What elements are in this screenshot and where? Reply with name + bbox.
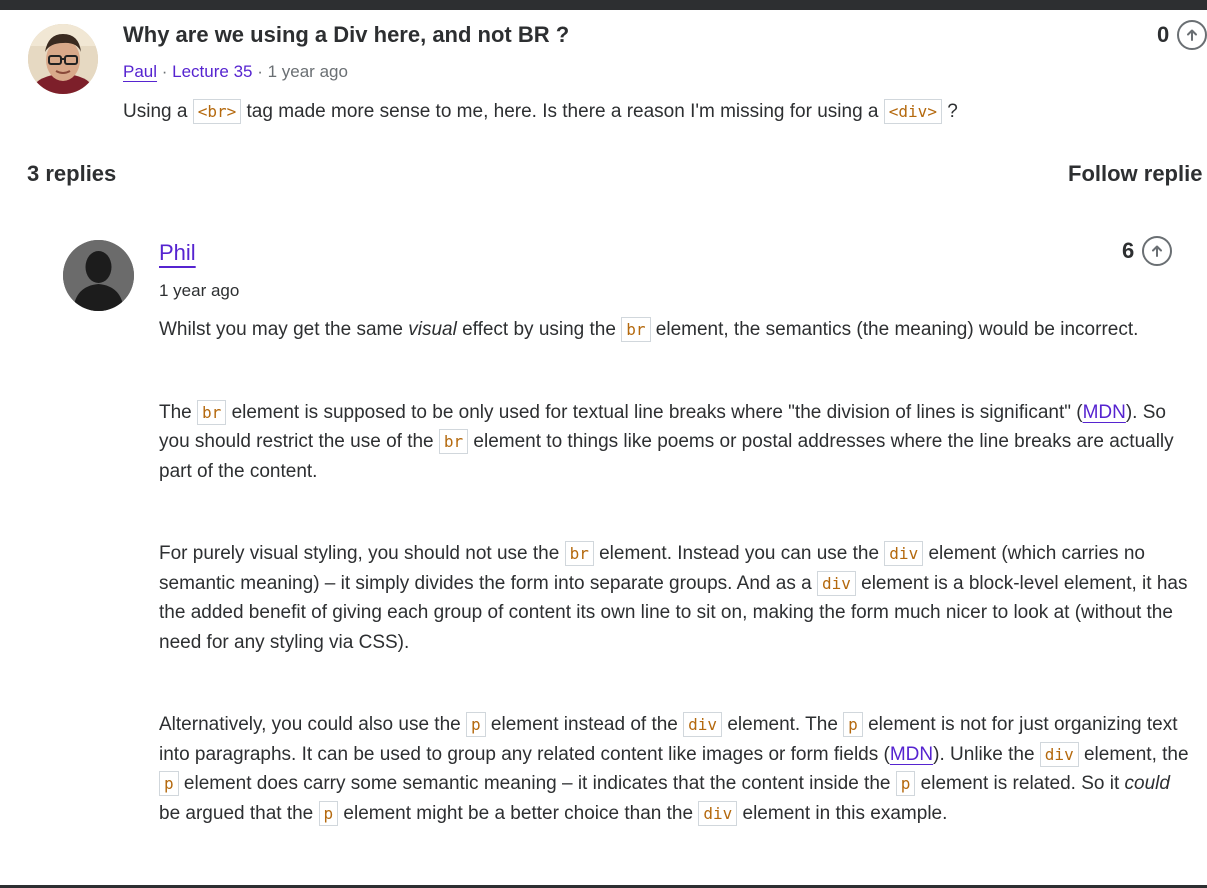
reply-text: effect by using the [456, 319, 622, 340]
inline-code: p [843, 712, 863, 737]
question-body: Using a <br> tag made more sense to me, … [123, 99, 958, 125]
reply-text: element might be a better choice than th… [338, 802, 699, 824]
reply-paragraph: Alternatively, you could also use the p … [159, 710, 1189, 828]
inline-code: p [318, 800, 339, 826]
reply-author-avatar[interactable] [63, 240, 134, 311]
reply-text: element. Instead you can use the [593, 543, 885, 564]
inline-code: br [197, 399, 227, 425]
question-author-link[interactable]: Paul [123, 62, 157, 81]
reply-author-link[interactable]: Phil [159, 240, 196, 266]
arrow-up-circle-icon[interactable] [1142, 236, 1173, 266]
reply-text: element is supposed to be only used for … [226, 401, 1083, 423]
follow-replies-button[interactable]: Follow replie [1068, 161, 1202, 187]
inline-code: div [816, 570, 856, 596]
replies-count: 3 replies [27, 161, 117, 186]
meta-separator: · [252, 62, 268, 81]
user-photo-avatar-icon [28, 24, 98, 94]
inline-code: br [621, 317, 651, 342]
reply-body: Whilst you may get the same visual effec… [159, 315, 1189, 881]
inline-code: br [438, 429, 469, 454]
top-bar [0, 0, 1207, 10]
inline-code: br [564, 541, 594, 566]
inline-code: div [884, 541, 924, 566]
question-title[interactable]: Why are we using a Div here, and not BR … [123, 22, 569, 48]
meta-separator: · [157, 62, 173, 81]
reply-text: ). Unlike the [933, 743, 1040, 765]
mdn-link[interactable]: MDN [890, 744, 933, 765]
question-author-avatar[interactable] [28, 24, 98, 94]
inline-code: p [466, 712, 486, 737]
inline-code: <div> [883, 99, 942, 124]
reply-text: Alternatively, you could also use the [159, 714, 466, 735]
lecture-link[interactable]: Lecture 35 [172, 62, 252, 81]
reply-text: element instead of the [485, 714, 684, 735]
reply-text: element does carry some semantic meaning… [178, 773, 896, 794]
question-vote-count: 0 [1157, 22, 1170, 47]
inline-code: p [895, 771, 916, 796]
reply-paragraph: For purely visual styling, you should no… [159, 539, 1189, 657]
reply-paragraph: Whilst you may get the same visual effec… [159, 315, 1189, 345]
reply-text: For purely visual styling, you should no… [159, 543, 565, 564]
reply-paragraph: The br element is supposed to be only us… [159, 398, 1189, 487]
reply-text: element, the [1078, 743, 1189, 765]
reply-text: Whilst you may get the same [159, 319, 409, 340]
default-user-silhouette-icon [63, 240, 134, 311]
reply-vote: 6 [1122, 236, 1173, 266]
inline-code: p [159, 771, 179, 796]
reply-text: be argued that the [159, 802, 319, 824]
reply-text: element, the semantics (the meaning) wou… [650, 319, 1139, 340]
reply-time: 1 year ago [159, 281, 240, 300]
question-text: ? [941, 101, 958, 122]
question-text: tag made more sense to me, here. Is ther… [241, 101, 884, 122]
arrow-up-circle-icon[interactable] [1177, 20, 1207, 50]
reply-text: element is related. So it [915, 773, 1125, 794]
reply-text: element in this example. [737, 802, 948, 824]
inline-code: div [1039, 741, 1079, 767]
reply-text: element. The [722, 714, 844, 735]
reply-emphasis: could [1124, 773, 1170, 794]
question-meta: Paul · Lecture 35 · 1 year ago [123, 62, 348, 82]
reply-vote-count: 6 [1122, 238, 1135, 263]
reply-text: The [159, 401, 198, 423]
question-time: 1 year ago [267, 62, 348, 81]
reply-emphasis: visual [408, 319, 457, 340]
question-vote: 0 [1157, 20, 1207, 50]
inline-code: div [698, 800, 738, 826]
mdn-link[interactable]: MDN [1083, 402, 1126, 423]
inline-code: div [683, 712, 723, 737]
question-text: Using a [123, 101, 193, 122]
inline-code: <br> [192, 99, 242, 124]
